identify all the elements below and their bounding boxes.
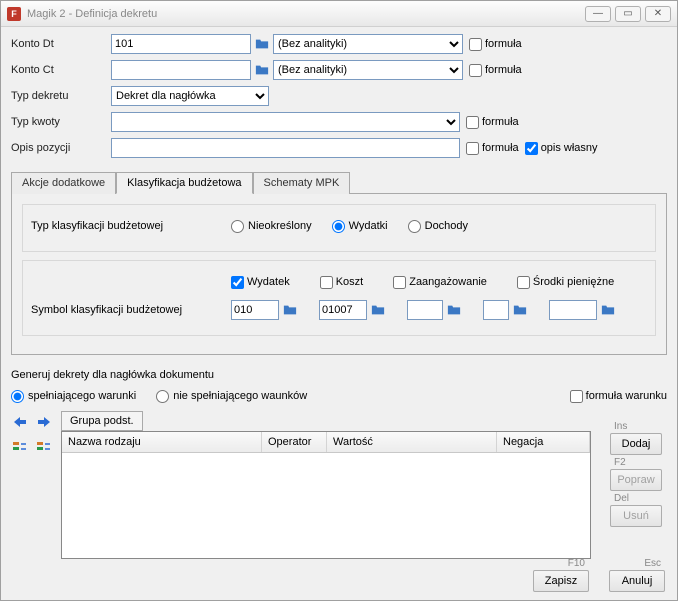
folder-icon[interactable] bbox=[600, 302, 616, 318]
col-negacja: Negacja bbox=[497, 432, 590, 452]
tree-collapse-icon[interactable] bbox=[11, 439, 29, 457]
window: F Magik 2 - Definicja dekretu — ▭ ✕ Kont… bbox=[0, 0, 678, 601]
label-typ-kwoty: Typ kwoty bbox=[11, 116, 111, 128]
usun-button[interactable]: Usuń bbox=[610, 505, 662, 527]
app-icon: F bbox=[7, 7, 21, 21]
label-opis-pozycji: Opis pozycji bbox=[11, 142, 111, 154]
label-typ-dekretu: Typ dekretu bbox=[11, 90, 111, 102]
tab-akcje-dodatkowe[interactable]: Akcje dodatkowe bbox=[11, 172, 116, 194]
tab-schematy-mpk[interactable]: Schematy MPK bbox=[253, 172, 351, 194]
analityka-dt-select[interactable]: (Bez analityki) bbox=[273, 34, 463, 54]
col-wartosc: Wartość bbox=[327, 432, 497, 452]
radio-dochody[interactable]: Dochody bbox=[408, 220, 468, 233]
label-konto-ct: Konto Ct bbox=[11, 64, 111, 76]
folder-icon[interactable] bbox=[370, 302, 386, 318]
check-srodki[interactable]: Środki pieniężne bbox=[517, 276, 614, 289]
typ-dekretu-select[interactable]: Dekret dla nagłówka bbox=[111, 86, 269, 106]
label-symbol-klasyfikacji: Symbol klasyfikacji budżetowej bbox=[31, 304, 231, 316]
sym-input-2[interactable] bbox=[319, 300, 367, 320]
anuluj-button[interactable]: Anuluj bbox=[609, 570, 665, 592]
col-nazwa-rodzaju: Nazwa rodzaju bbox=[62, 432, 262, 452]
tree-expand-icon[interactable] bbox=[35, 439, 53, 457]
arrow-right-icon[interactable] bbox=[35, 413, 53, 431]
titlebar: F Magik 2 - Definicja dekretu — ▭ ✕ bbox=[1, 1, 677, 27]
check-formula-warunku[interactable]: formuła warunku bbox=[570, 390, 667, 403]
opis-pozycji-input[interactable] bbox=[111, 138, 460, 158]
konto-ct-input[interactable] bbox=[111, 60, 251, 80]
folder-icon[interactable] bbox=[282, 302, 298, 318]
folder-icon[interactable] bbox=[254, 36, 270, 52]
hint-ins: Ins bbox=[614, 421, 665, 432]
formula-dt-check[interactable]: formuła bbox=[469, 38, 522, 51]
folder-icon[interactable] bbox=[512, 302, 528, 318]
label-konto-dt: Konto Dt bbox=[11, 38, 111, 50]
formula-ct-check[interactable]: formuła bbox=[469, 64, 522, 77]
window-title: Magik 2 - Definicja dekretu bbox=[27, 8, 585, 20]
sym-input-4[interactable] bbox=[483, 300, 509, 320]
dodaj-button[interactable]: Dodaj bbox=[610, 433, 662, 455]
arrow-left-icon[interactable] bbox=[11, 413, 29, 431]
maximize-button[interactable]: ▭ bbox=[615, 6, 641, 22]
sym-input-3[interactable] bbox=[407, 300, 443, 320]
radio-wydatki[interactable]: Wydatki bbox=[332, 220, 388, 233]
sym-input-5[interactable] bbox=[549, 300, 597, 320]
radio-nieokreslony[interactable]: Nieokreślony bbox=[231, 220, 312, 233]
tab-panel: Typ klasyfikacji budżetowej Nieokreślony… bbox=[11, 193, 667, 355]
close-button[interactable]: ✕ bbox=[645, 6, 671, 22]
sym-input-1[interactable] bbox=[231, 300, 279, 320]
hint-del: Del bbox=[614, 493, 665, 504]
radio-spelniajacego[interactable]: spełniającego warunki bbox=[11, 390, 136, 403]
popraw-button[interactable]: Popraw bbox=[610, 469, 662, 491]
check-wydatek[interactable]: Wydatek bbox=[231, 276, 290, 289]
minimize-button[interactable]: — bbox=[585, 6, 611, 22]
formula-opis-check[interactable]: formuła bbox=[466, 142, 519, 155]
radio-nie-spelniajacego[interactable]: nie spełniającego waunków bbox=[156, 390, 307, 403]
typ-kwoty-select[interactable] bbox=[111, 112, 460, 132]
label-generuj: Generuj dekrety dla nagłówka dokumentu bbox=[11, 369, 667, 381]
check-koszt[interactable]: Koszt bbox=[320, 276, 364, 289]
formula-kwoty-check[interactable]: formuła bbox=[466, 116, 519, 129]
opis-wlasny-check[interactable]: opis własny bbox=[525, 142, 598, 155]
tab-strip: Akcje dodatkowe Klasyfikacja budżetowa S… bbox=[11, 171, 667, 193]
check-zaangazowanie[interactable]: Zaangażowanie bbox=[393, 276, 487, 289]
zapisz-button[interactable]: Zapisz bbox=[533, 570, 589, 592]
analityka-ct-select[interactable]: (Bez analityki) bbox=[273, 60, 463, 80]
subtab-grupa-podst[interactable]: Grupa podst. bbox=[61, 411, 143, 431]
tab-klasyfikacja-budzetowa[interactable]: Klasyfikacja budżetowa bbox=[116, 172, 252, 194]
hint-f2: F2 bbox=[614, 457, 665, 468]
label-typ-klasyfikacji: Typ klasyfikacji budżetowej bbox=[31, 220, 231, 232]
konto-dt-input[interactable] bbox=[111, 34, 251, 54]
hint-f10: F10 bbox=[537, 558, 585, 569]
folder-icon[interactable] bbox=[254, 62, 270, 78]
conditions-grid[interactable]: Nazwa rodzaju Operator Wartość Negacja bbox=[61, 431, 591, 559]
folder-icon[interactable] bbox=[446, 302, 462, 318]
hint-esc: Esc bbox=[613, 558, 661, 569]
col-operator: Operator bbox=[262, 432, 327, 452]
